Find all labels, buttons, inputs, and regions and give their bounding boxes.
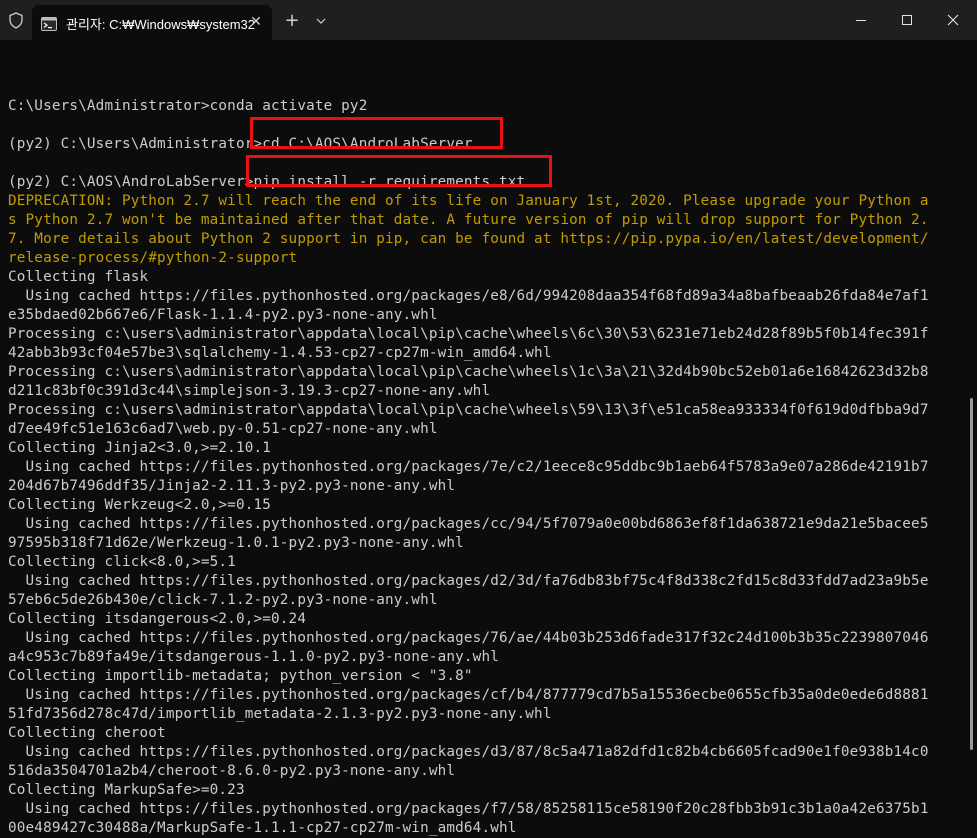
- terminal-line: 00e489427c30488a/MarkupSafe-1.1.1-cp27-c…: [8, 820, 517, 836]
- terminal-line: Using cached https://files.pythonhosted.…: [8, 459, 929, 475]
- scrollbar-thumb[interactable]: [970, 398, 973, 750]
- highlight-box-pip-command: [246, 155, 552, 187]
- window-close-button[interactable]: [930, 0, 976, 40]
- terminal-line: Using cached https://files.pythonhosted.…: [8, 687, 929, 703]
- terminal-line: Using cached https://files.pythonhosted.…: [8, 516, 929, 532]
- chevron-down-icon[interactable]: [310, 10, 332, 32]
- terminal-line: e35bdaed02b667e6/Flask-1.1.4-py2.py3-non…: [8, 307, 438, 323]
- deprecation-warning-line: release-process/#python-2-support: [8, 250, 298, 266]
- terminal-line: Using cached https://files.pythonhosted.…: [8, 801, 929, 817]
- terminal-line: Collecting Jinja2<3.0,>=2.10.1: [8, 440, 272, 456]
- deprecation-warning-line: s Python 2.7 won't be maintained after t…: [8, 212, 929, 228]
- terminal-line: C:\Users\Administrator>conda activate py…: [8, 98, 368, 114]
- terminal-line: 42abb3b93cf04e57be3\sqlalchemy-1.4.53-cp…: [8, 345, 552, 361]
- shield-icon: [8, 12, 24, 29]
- terminal-line: 57eb6c5de26b430e/click-7.1.2-py2.py3-non…: [8, 592, 438, 608]
- terminal-line: Using cached https://files.pythonhosted.…: [8, 744, 929, 760]
- deprecation-warning-line: 7. More details about Python 2 support i…: [8, 231, 929, 247]
- window-close-icon: [947, 11, 959, 30]
- terminal-line: Collecting importlib-metadata; python_ve…: [8, 668, 473, 684]
- minimize-button[interactable]: [838, 0, 884, 40]
- terminal-line: Using cached https://files.pythonhosted.…: [8, 573, 929, 589]
- terminal-line: a4c953c7b89fa49e/itsdangerous-1.1.0-py2.…: [8, 649, 499, 665]
- tab-terminal[interactable]: 관리자: C:₩Windows₩system32 ✕: [32, 5, 272, 40]
- terminal-line: 516da3504701a2b4/cheroot-8.6.0-py2.py3-n…: [8, 763, 456, 779]
- terminal-line: d7ee49fc51e163c6ad7\web.py-0.51-cp27-non…: [8, 421, 438, 437]
- terminal-line: d211c83bf0c391d3c44\simplejson-3.19.3-cp…: [8, 383, 491, 399]
- terminal-line: Collecting MarkupSafe>=0.23: [8, 782, 245, 798]
- terminal-line: Collecting flask: [8, 269, 149, 285]
- tab-title: 관리자: C:₩Windows₩system32: [66, 17, 256, 32]
- terminal-line: Processing c:\users\administrator\appdat…: [8, 326, 929, 342]
- terminal-line: Using cached https://files.pythonhosted.…: [8, 288, 929, 304]
- terminal-line: 204d67b7496ddf35/Jinja2-2.11.3-py2.py3-n…: [8, 478, 456, 494]
- terminal-line: Using cached https://files.pythonhosted.…: [8, 630, 929, 646]
- plus-icon[interactable]: +: [281, 10, 303, 32]
- maximize-icon: [901, 11, 913, 30]
- terminal-line: Processing c:\users\administrator\appdat…: [8, 364, 929, 380]
- terminal-line: 51fd7356d278c47d/importlib_metadata-2.1.…: [8, 706, 552, 722]
- minimize-icon: [855, 11, 867, 30]
- highlight-box-cd-command: [250, 117, 503, 149]
- terminal-line: 97595b318f71d62e/Werkzeug-1.0.1-py2.py3-…: [8, 535, 464, 551]
- maximize-button[interactable]: [884, 0, 930, 40]
- terminal-line: Collecting Werkzeug<2.0,>=0.15: [8, 497, 272, 513]
- terminal-line: Collecting cheroot: [8, 725, 166, 741]
- terminal-line: Collecting click<8.0,>=5.1: [8, 554, 236, 570]
- terminal-line: Collecting itsdangerous<2.0,>=0.24: [8, 611, 307, 627]
- close-icon[interactable]: ✕: [246, 12, 266, 32]
- deprecation-warning-line: DEPRECATION: Python 2.7 will reach the e…: [8, 193, 929, 209]
- terminal-app-icon: [41, 16, 57, 31]
- title-bar: 관리자: C:₩Windows₩system32 ✕ +: [0, 0, 977, 40]
- terminal-line: Processing c:\users\administrator\appdat…: [8, 402, 929, 418]
